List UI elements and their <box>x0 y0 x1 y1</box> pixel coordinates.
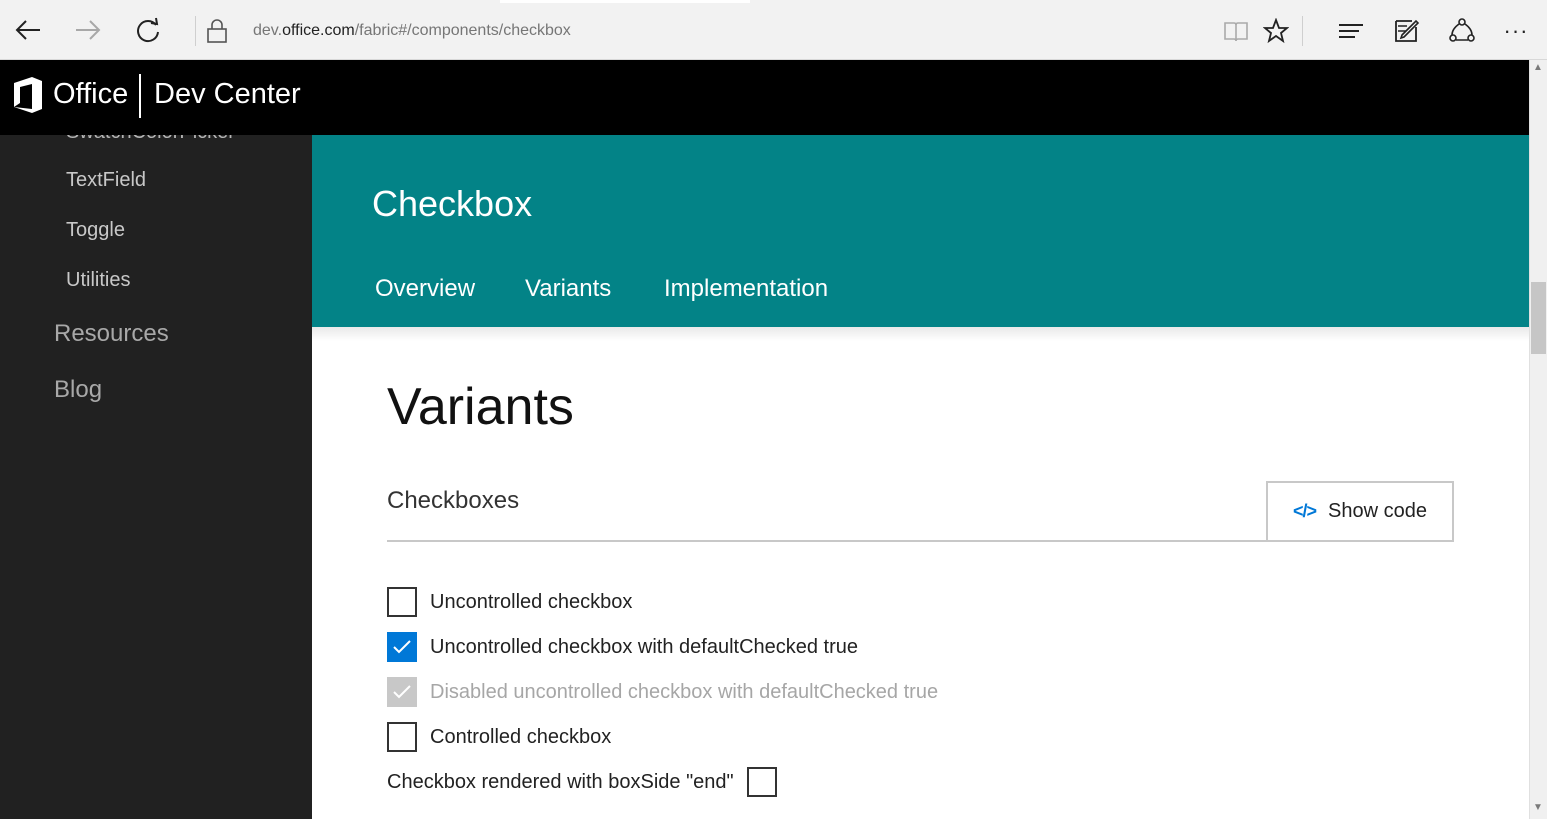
sidebar-item-utilities[interactable]: Utilities <box>66 269 130 292</box>
tab-implementation[interactable]: Implementation <box>664 275 828 303</box>
back-button[interactable] <box>12 14 44 46</box>
more-button[interactable]: ··· <box>1500 15 1532 47</box>
active-tab-indicator <box>500 0 750 3</box>
reading-view-icon <box>1224 22 1248 42</box>
sidebar-item-resources[interactable]: Resources <box>54 320 169 348</box>
checkbox-label: Checkbox rendered with boxSide "end" <box>387 770 734 793</box>
refresh-button[interactable] <box>132 14 164 46</box>
hub-icon <box>1339 24 1363 38</box>
code-icon: </> <box>1293 501 1317 521</box>
more-icon: ··· <box>1503 18 1529 43</box>
checkbox-box[interactable] <box>387 587 417 617</box>
checkbox-box[interactable] <box>746 767 777 797</box>
checkbox-box-side-end[interactable]: Checkbox rendered with boxSide "end" <box>387 767 777 797</box>
favorite-button[interactable] <box>1260 15 1292 47</box>
brand-name[interactable]: Office <box>53 78 128 111</box>
hub-button[interactable] <box>1335 15 1367 47</box>
hero-shadow <box>312 327 1529 341</box>
page-scrollbar[interactable]: ▲ ▼ <box>1529 60 1547 819</box>
checkbox-box[interactable] <box>387 722 417 752</box>
url-divider <box>195 16 196 46</box>
checkbox-uncontrolled-default-checked[interactable]: Uncontrolled checkbox with defaultChecke… <box>387 632 858 662</box>
url-prefix: dev. <box>253 22 283 39</box>
component-hero: Checkbox Overview Variants Implementatio… <box>312 135 1529 327</box>
checkbox-controlled[interactable]: Controlled checkbox <box>387 722 611 752</box>
reading-view-button[interactable] <box>1220 15 1252 47</box>
scroll-thumb[interactable] <box>1531 282 1546 354</box>
checkbox-uncontrolled[interactable]: Uncontrolled checkbox <box>387 587 632 617</box>
section-heading: Variants <box>387 378 574 436</box>
scroll-up-icon[interactable]: ▲ <box>1532 62 1544 74</box>
checkbox-label: Uncontrolled checkbox <box>430 590 633 613</box>
checkbox-box <box>387 677 417 707</box>
checkmark-icon <box>393 640 411 654</box>
checkmark-icon <box>393 685 411 699</box>
checkbox-label: Controlled checkbox <box>430 725 612 748</box>
tab-overview[interactable]: Overview <box>375 275 475 303</box>
web-note-icon <box>1395 19 1420 42</box>
product-name[interactable]: Dev Center <box>154 78 301 111</box>
url-host: office.com <box>282 22 355 39</box>
tab-variants[interactable]: Variants <box>525 275 611 303</box>
sidebar-nav: SwatchColorPicker TextField Toggle Utili… <box>0 135 312 819</box>
url-path: /fabric#/components/checkbox <box>354 22 571 39</box>
favorite-star-icon <box>1263 18 1289 44</box>
toolbar-divider <box>1302 16 1303 46</box>
scroll-down-icon[interactable]: ▼ <box>1532 802 1544 814</box>
sidebar-item-swatchcolorpicker[interactable]: SwatchColorPicker <box>66 135 235 144</box>
brand-divider <box>139 74 141 118</box>
show-code-label: Show code <box>1328 500 1427 522</box>
share-icon <box>1449 18 1475 42</box>
show-code-button[interactable]: </> Show code <box>1266 481 1454 542</box>
forward-button[interactable] <box>72 14 104 46</box>
browser-toolbar: dev.office.com/fabric#/components/checkb… <box>0 0 1547 60</box>
address-bar[interactable]: dev.office.com/fabric#/components/checkb… <box>253 22 571 40</box>
forward-arrow-icon <box>76 20 101 40</box>
checkbox-box[interactable] <box>387 632 417 662</box>
site-header: Office Dev Center <box>0 60 1529 135</box>
example-title: Checkboxes <box>387 487 520 514</box>
refresh-icon <box>137 17 159 43</box>
sidebar-item-blog[interactable]: Blog <box>54 376 102 404</box>
lock-icon[interactable] <box>206 18 230 44</box>
share-button[interactable] <box>1446 15 1478 47</box>
checkbox-label: Uncontrolled checkbox with defaultChecke… <box>430 635 859 658</box>
back-arrow-icon <box>15 20 40 40</box>
page-title: Checkbox <box>372 183 533 224</box>
web-note-button[interactable] <box>1390 15 1422 47</box>
sidebar-item-textfield[interactable]: TextField <box>66 169 146 192</box>
office-logo-icon[interactable] <box>12 76 44 114</box>
checkbox-label: Disabled uncontrolled checkbox with defa… <box>430 680 939 703</box>
sidebar-item-toggle[interactable]: Toggle <box>66 219 125 242</box>
checkbox-disabled-default-checked: Disabled uncontrolled checkbox with defa… <box>387 677 938 707</box>
